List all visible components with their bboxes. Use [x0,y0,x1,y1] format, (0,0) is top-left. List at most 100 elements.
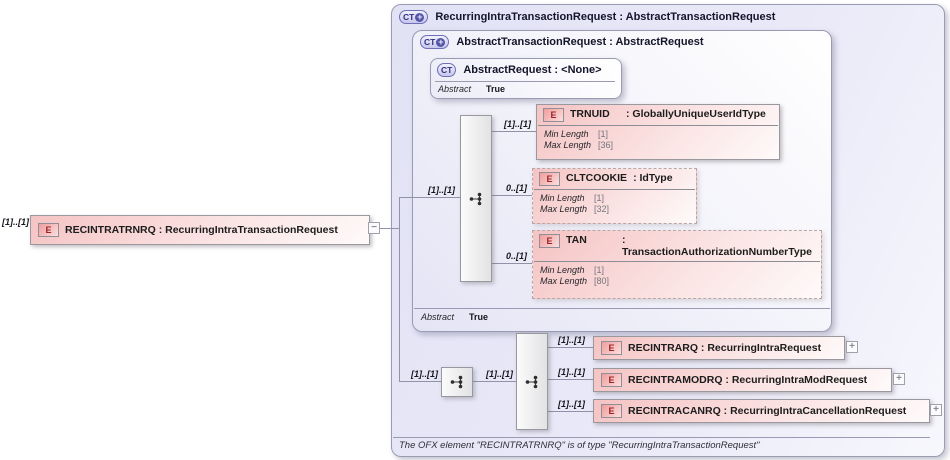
cardinality-label: 0..[1] [506,251,528,261]
abstract-row: Abstract True [421,312,488,322]
element-box-cltcookie[interactable]: E CLTCOOKIE : IdType Min Length [1] Max … [532,168,697,224]
connector-line [546,379,593,380]
facet-row: Min Length [1] [544,129,772,140]
cardinality-label: [1]..[1] [504,119,531,129]
facet-value: [32] [594,204,610,214]
expand-toggle[interactable]: + [893,373,905,385]
connector-line [399,197,460,198]
cardinality-label: [1]..[1] [486,369,513,379]
complextype-header: CT + AbstractTransactionRequest : Abstra… [420,35,704,49]
complextype-title: AbstractRequest : <None> [463,64,602,76]
connector-line [490,131,536,132]
complextype-header: CT + RecurringIntraTransactionRequest : … [399,10,775,24]
element-header: E RECINTRARQ : RecurringIntraRequest [594,337,844,359]
element-name: TRNUID [570,108,610,120]
element-icon: E [601,373,622,387]
facet-row: Min Length [1] [540,265,814,276]
facet-label: Max Length [544,140,592,150]
element-title: RECINTRARQ : RecurringIntraRequest [628,342,822,354]
element-name: TAN [566,234,587,246]
element-header: E TRNUID : GloballyUniqueUserIdType [537,105,779,124]
facet-value: [1] [594,193,605,203]
element-type: : IdType [633,172,673,184]
element-title: RECINTRATRNRQ : RecurringIntraTransactio… [65,224,338,236]
complextype-title: AbstractTransactionRequest : AbstractReq… [456,36,704,48]
divider-line [435,81,615,82]
expand-toggle[interactable]: + [846,341,858,353]
abstract-label: Abstract [438,84,472,94]
connector-line [546,411,593,412]
element-box-recintramodrq[interactable]: E RECINTRAMODRQ : RecurringIntraModReque… [593,368,892,392]
divider-line [538,125,778,126]
element-icon: E [601,341,622,355]
facet-row: Min Length [1] [540,193,689,204]
connector-line [471,381,516,382]
derived-plus-icon: + [415,11,425,22]
element-header: E TAN : TransactionAuthorizationNumberTy… [533,231,821,260]
cardinality-label: [1]..[1] [2,217,29,227]
element-header: E RECINTRATRNRQ : RecurringIntraTransact… [31,216,369,244]
facet-label: Max Length [540,276,588,286]
element-title: RECINTRACANRQ : RecurringIntraCancellati… [628,405,907,417]
element-box-tan[interactable]: E TAN : TransactionAuthorizationNumberTy… [532,230,822,299]
abstract-row: Abstract True [438,84,505,94]
element-icon: E [539,234,560,248]
connector-line [490,195,532,196]
cardinality-label: [1]..[1] [558,335,585,345]
connector-line [490,263,532,264]
element-header: E RECINTRAMODRQ : RecurringIntraModReque… [594,369,891,391]
element-type: : GloballyUniqueUserIdType [626,108,766,120]
complextype-box-abstractrequest[interactable]: CT AbstractRequest : <None> Abstract Tru… [430,58,622,99]
connector-line [546,347,593,348]
facet-row: Max Length [32] [540,204,689,215]
facet-label: Min Length [544,129,589,139]
cardinality-label: [1]..[1] [558,367,585,377]
abstract-value: True [486,84,506,94]
divider-line [414,308,830,309]
facet-label: Min Length [540,265,585,275]
ct-badge-label: CT [403,12,415,22]
complextype-icon: CT [437,63,457,77]
element-box-recintratrnrq[interactable]: E RECINTRATRNRQ : RecurringIntraTransact… [30,215,370,245]
facet-list: Min Length [1] Max Length [36] [537,128,779,152]
complextype-header: CT AbstractRequest : <None> [437,63,602,77]
element-box-trnuid[interactable]: E TRNUID : GloballyUniqueUserIdType Min … [536,104,780,160]
sequence-icon [469,192,482,205]
complextype-title: RecurringIntraTransactionRequest : Abstr… [435,11,776,23]
facet-value: [80] [594,276,610,286]
cardinality-label: [1]..[1] [428,185,455,195]
complextype-icon: CT + [399,10,429,24]
element-title: RECINTRAMODRQ : RecurringIntraModRequest [628,374,868,386]
abstract-label: Abstract [421,312,455,322]
element-icon: E [38,223,59,237]
divider-line [393,437,930,438]
element-box-recintracanrq[interactable]: E RECINTRACANRQ : RecurringIntraCancella… [593,399,930,423]
footer-annotation: The OFX element "RECINTRATRNRQ" is of ty… [399,440,760,451]
sequence-group-box[interactable] [441,367,473,397]
facet-list: Min Length [1] Max Length [32] [533,192,696,216]
facet-value: [1] [594,265,605,275]
facet-value: [36] [598,140,614,150]
complextype-icon: CT + [420,35,450,49]
connector-line [380,228,399,229]
divider-line [534,189,695,190]
cardinality-label: [1]..[1] [558,399,585,409]
choice-icon [525,375,538,388]
element-name: CLTCOOKIE [566,172,628,184]
cardinality-label: 0..[1] [506,183,528,193]
collapse-toggle[interactable]: − [368,222,380,234]
sequence-group-box[interactable] [460,115,492,282]
divider-line [534,261,820,262]
facet-list: Min Length [1] Max Length [80] [533,264,821,288]
sequence-icon [450,375,463,389]
expand-toggle[interactable]: + [930,404,942,416]
facet-label: Min Length [540,193,585,203]
element-icon: E [539,172,560,186]
element-header: E CLTCOOKIE : IdType [533,169,696,188]
element-icon: E [601,404,622,418]
choice-group-box[interactable] [516,333,548,430]
derived-plus-icon: + [436,36,446,47]
element-box-recintrarq[interactable]: E RECINTRARQ : RecurringIntraRequest [593,336,845,360]
connector-trunk-line [399,197,400,382]
abstract-value: True [469,312,489,322]
